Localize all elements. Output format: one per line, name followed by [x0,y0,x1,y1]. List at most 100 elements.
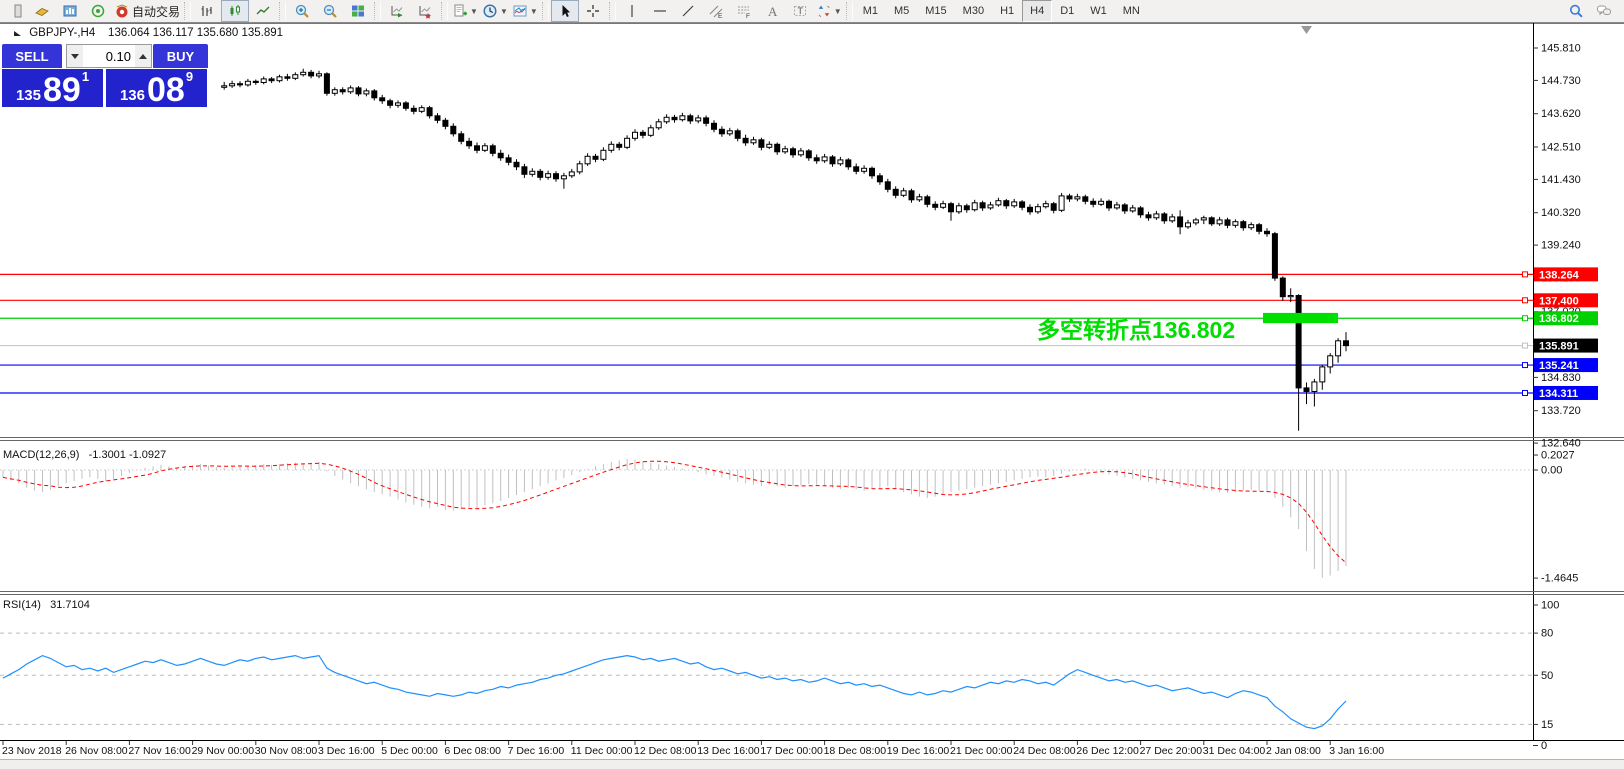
svg-text:17 Dec 00:00: 17 Dec 00:00 [760,745,823,757]
toolbar: 自动交易 ▼ ▼ ▼ E F A T ▼ M1 M5 M15 M30 H1 H4 D1 W1 MN [0,0,1624,23]
horizontal-line-icon[interactable] [646,0,674,22]
level-drag-handle[interactable] [1522,315,1528,322]
arrows-icon[interactable]: ▼ [814,0,844,22]
chevron-down-icon[interactable]: ▼ [470,7,478,16]
price-label: 135.891 [1539,341,1579,353]
chevron-down-icon[interactable]: ▼ [834,7,842,16]
timeframe-h4-button[interactable]: H4 [1022,0,1053,22]
buy-button[interactable]: BUY [153,44,208,68]
ohlc-values-label: 136.064 136.117 135.680 135.891 [108,27,284,39]
profile-forward-icon[interactable] [383,0,411,22]
profile-back-icon[interactable] [411,0,439,22]
candlestick-series [221,68,1349,431]
sell-price-panel[interactable]: 135 89 1 [2,69,103,107]
svg-text:3 Jan 16:00: 3 Jan 16:00 [1329,745,1384,757]
chart-title: GBPJPY-,H4 136.064 136.117 135.680 135.8… [14,27,283,39]
line-chart-icon[interactable] [249,0,277,22]
toolbar-separator [374,2,382,20]
crosshair-icon[interactable] [579,0,607,22]
volume-stepper: 0.10 [66,44,152,68]
chart-shift-marker[interactable] [1301,26,1312,34]
timeframe-d1-button[interactable]: D1 [1052,0,1082,22]
trendline-icon[interactable] [674,0,702,22]
volume-increase-button[interactable] [135,45,151,67]
label-icon[interactable]: T [786,0,814,22]
svg-text:2 Jan 08:00: 2 Jan 08:00 [1266,745,1321,757]
svg-text:29 Nov 00:00: 29 Nov 00:00 [192,745,255,757]
vertical-line-icon[interactable] [618,0,646,22]
svg-text:0.2027: 0.2027 [1541,450,1575,462]
svg-text:0.00: 0.00 [1541,465,1562,477]
timeframe-m5-button[interactable]: M5 [886,0,917,22]
templates-icon[interactable]: ▼ [510,0,540,22]
timeframe-m30-button[interactable]: M30 [955,0,992,22]
svg-text:30 Nov 08:00: 30 Nov 08:00 [255,745,318,757]
chevron-down-icon[interactable]: ▼ [530,7,538,16]
svg-text:7 Dec 16:00: 7 Dec 16:00 [508,745,565,757]
fibonacci-icon[interactable]: F [730,0,758,22]
toolbar-separator [608,2,616,20]
alerts-icon[interactable] [84,0,112,22]
timeframe-w1-button[interactable]: W1 [1082,0,1115,22]
zoom-out-icon[interactable] [316,0,344,22]
level-drag-handle[interactable] [1522,297,1528,304]
channel-icon[interactable]: E [702,0,730,22]
price-label: 136.802 [1539,313,1579,325]
svg-text:26 Dec 12:00: 26 Dec 12:00 [1076,745,1139,757]
chart-window-icon[interactable] [56,0,84,22]
svg-text:26 Nov 08:00: 26 Nov 08:00 [65,745,128,757]
indicator-level-lines [0,469,1533,725]
svg-text:12 Dec 08:00: 12 Dec 08:00 [634,745,697,757]
svg-text:132.640: 132.640 [1541,438,1581,450]
volume-decrease-button[interactable] [67,45,83,67]
time-axis[interactable]: 23 Nov 2018 26 Nov 08:00 27 Nov 16:00 29 No… [2,741,1384,757]
bar-chart-icon[interactable] [193,0,221,22]
timeframe-mn-button[interactable]: MN [1115,0,1148,22]
level-drag-handle[interactable] [1522,271,1528,278]
svg-text:140.320: 140.320 [1541,207,1581,219]
svg-text:145.810: 145.810 [1541,43,1581,55]
svg-text:E: E [718,13,723,19]
svg-text:F: F [746,13,750,19]
cursor-icon[interactable] [550,0,579,22]
chevron-down-icon[interactable]: ▼ [500,7,508,16]
svg-text:5 Dec 00:00: 5 Dec 00:00 [381,745,438,757]
turning-point-highlight[interactable] [1263,312,1338,324]
autotrading-icon[interactable]: 自动交易 [112,0,182,22]
svg-text:133.720: 133.720 [1541,405,1581,417]
price-label: 138.264 [1539,269,1580,281]
sell-button[interactable]: SELL [2,44,62,68]
tile-windows-icon[interactable] [344,0,372,22]
svg-text:100: 100 [1541,600,1559,612]
svg-text:3 Dec 16:00: 3 Dec 16:00 [318,745,375,757]
text-icon[interactable]: A [758,0,786,22]
indicators-icon[interactable]: ▼ [450,0,480,22]
rsi-line [2,654,1347,730]
svg-text:21 Dec 00:00: 21 Dec 00:00 [950,745,1013,757]
svg-text:134.830: 134.830 [1541,372,1581,384]
svg-text:A: A [768,4,778,19]
timeframe-m1-button[interactable]: M1 [855,0,886,22]
zoom-in-icon[interactable] [288,0,316,22]
level-drag-handle[interactable] [1522,342,1528,349]
volume-field[interactable]: 0.10 [83,49,135,64]
window-bottom-edge [0,759,1624,769]
macd-signal-line [2,460,1347,564]
level-drag-handle[interactable] [1522,389,1528,396]
candlestick-chart-icon[interactable] [221,0,250,22]
svg-text:144.730: 144.730 [1541,75,1581,87]
periods-icon[interactable]: ▼ [480,0,510,22]
chat-icon[interactable] [1590,0,1618,22]
clipped-icon[interactable] [0,0,28,22]
macd-indicator-label: MACD(12,26,9) -1.3001 -1.0927 [3,449,167,461]
price-label: 135.241 [1539,360,1579,372]
new-order-icon[interactable] [28,0,56,22]
search-icon[interactable] [1562,0,1590,22]
timeframe-m15-button[interactable]: M15 [917,0,954,22]
turning-point-annotation[interactable]: 多空转折点136.802 [1037,317,1235,343]
chart-canvas[interactable]: 多空转折点136.802 145.810 144.730 143.620 142.510… [0,0,1624,769]
horizontal-level-lines[interactable] [0,273,1533,394]
buy-price-panel[interactable]: 136 08 9 [106,69,207,107]
level-drag-handle[interactable] [1522,362,1528,369]
timeframe-h1-button[interactable]: H1 [992,0,1022,22]
